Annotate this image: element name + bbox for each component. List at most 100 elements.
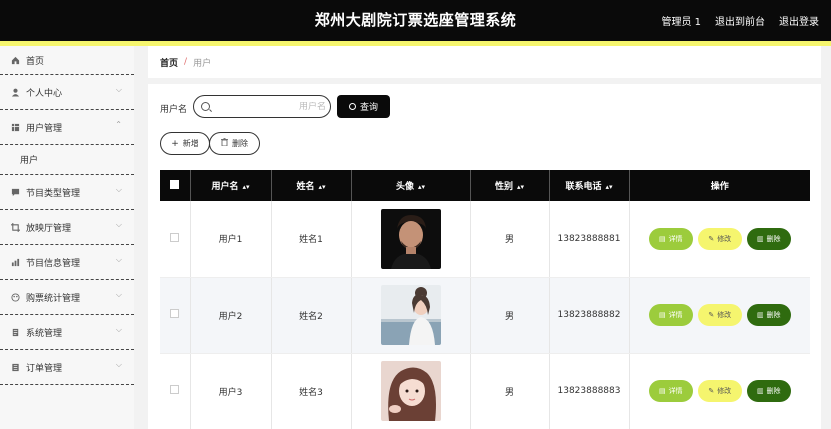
cell-name: 姓名3 — [271, 353, 352, 429]
avatar — [380, 208, 441, 269]
sidebar-item-program-types[interactable]: 节目类型管理 ⌵ — [0, 175, 134, 210]
crop-icon — [10, 222, 20, 232]
sort-icon: ▴▾ — [242, 183, 250, 191]
batch-delete-button-label: 删除 — [232, 139, 248, 148]
breadcrumb: 首页 / 用户 — [148, 46, 821, 78]
cell-username: 用户1 — [190, 201, 272, 278]
breadcrumb-separator: / — [184, 57, 188, 67]
sort-icon: ▴▾ — [605, 183, 613, 191]
detail-button[interactable]: ▤ 详情 — [648, 227, 693, 250]
row-checkbox[interactable] — [170, 309, 180, 318]
sidebar-item-label: 订单管理 — [26, 363, 63, 374]
search-input[interactable] — [216, 101, 326, 112]
row-checkbox[interactable] — [170, 385, 180, 394]
sidebar-item-ticket-stats[interactable]: 购票统计管理 ⌵ — [0, 280, 134, 315]
cell-phone: 13823888883 — [549, 353, 630, 429]
table-header-row: 用户名 ▴▾ 姓名 ▴▾ 头像 ▴▾ 性别 ▴▾ 联系电话 ▴▾ 操作 — [160, 170, 810, 201]
sidebar-item-halls[interactable]: 放映厅管理 ⌵ — [0, 210, 134, 245]
trash-icon — [221, 138, 228, 149]
cell-name: 姓名2 — [271, 277, 352, 354]
pencil-icon: ✎ — [708, 387, 715, 395]
cell-actions: ▤ 详情 ✎ 修改 ▥ 删除 — [629, 201, 810, 278]
avatar — [380, 361, 441, 421]
detail-button[interactable]: ▤ 详情 — [648, 380, 693, 402]
column-header-avatar[interactable]: 头像 ▴▾ — [351, 170, 471, 201]
sidebar-item-program-info[interactable]: 节目信息管理 ⌵ — [0, 245, 134, 280]
main-panel: 用户名 查询 + 新增 删除 用户名▴▾ 姓名▴▾ 头像▴▾ 性别▴▾ 联系电话… — [148, 84, 821, 429]
column-header-phone[interactable]: 联系电话 ▴▾ — [549, 170, 630, 201]
select-all-header[interactable] — [160, 170, 191, 201]
cell-actions: ▤ 详情 ✎ 修改 ▥ 删除 — [629, 277, 810, 354]
sidebar-item-label: 用户管理 — [26, 123, 63, 134]
cell-gender: 男 — [470, 353, 550, 429]
sidebar-item-profile[interactable]: 个人中心 ⌵ — [0, 75, 134, 110]
sidebar-item-system[interactable]: 系统管理 ⌵ — [0, 315, 134, 350]
document-icon — [10, 327, 20, 337]
chevron-down-icon: ⌵ — [115, 85, 122, 94]
chevron-up-icon: ⌃ — [115, 120, 122, 129]
batch-delete-button[interactable]: 删除 — [209, 132, 260, 155]
user-icon — [10, 87, 20, 97]
sidebar-item-label: 个人中心 — [26, 88, 63, 99]
list-icon — [10, 362, 20, 372]
sidebar-item-user-management[interactable]: 用户管理 ⌃ — [0, 110, 134, 145]
sidebar-subitem-label: 用户 — [20, 156, 39, 166]
cell-avatar — [351, 353, 471, 429]
top-header: 郑州大剧院订票选座管理系统 管理员 1 退出到前台 退出登录 — [0, 0, 831, 46]
chevron-down-icon: ⌵ — [115, 360, 122, 369]
delete-button[interactable]: ▥ 删除 — [746, 227, 791, 250]
sidebar-item-label: 购票统计管理 — [26, 293, 81, 304]
sidebar-item-label: 系统管理 — [26, 328, 63, 339]
sidebar-item-label: 节目类型管理 — [26, 188, 81, 199]
column-header-name[interactable]: 姓名 ▴▾ — [271, 170, 352, 201]
sidebar-item-home[interactable]: 首页 — [0, 46, 134, 75]
table-row: 用户3 姓名3 男 13823888883 ▤ 详情 ✎ 修改 ▥ 删除 — [160, 353, 810, 429]
breadcrumb-current: 用户 — [193, 58, 212, 69]
chevron-down-icon: ⌵ — [115, 220, 122, 229]
column-header-username[interactable]: 用户名 ▴▾ — [190, 170, 272, 201]
edit-button[interactable]: ✎ 修改 — [697, 380, 742, 402]
comment-icon — [10, 187, 20, 197]
cell-avatar — [351, 277, 471, 354]
add-button-label: 新增 — [182, 139, 199, 148]
column-header-actions: 操作 — [629, 170, 810, 201]
sidebar-item-label: 首页 — [26, 56, 45, 67]
current-user-label[interactable]: 管理员 1 — [661, 13, 701, 28]
sidebar-item-label: 放映厅管理 — [26, 223, 72, 234]
edit-button[interactable]: ✎ 修改 — [697, 227, 742, 250]
cell-actions: ▤ 详情 ✎ 修改 ▥ 删除 — [629, 353, 810, 429]
search-icon — [348, 103, 356, 110]
trash-icon: ▥ — [756, 387, 764, 395]
chevron-down-icon: ⌵ — [115, 185, 122, 194]
cell-phone: 13823888881 — [549, 201, 630, 278]
column-header-gender[interactable]: 性别 ▴▾ — [470, 170, 550, 201]
sidebar-item-orders[interactable]: 订单管理 ⌵ — [0, 350, 134, 385]
cell-name: 姓名1 — [271, 201, 352, 278]
chevron-down-icon: ⌵ — [115, 325, 122, 334]
detail-button[interactable]: ▤ 详情 — [648, 304, 693, 326]
select-all-checkbox[interactable] — [170, 179, 180, 189]
chevron-down-icon: ⌵ — [115, 255, 122, 264]
query-button[interactable]: 查询 — [337, 95, 390, 118]
delete-button[interactable]: ▥ 删除 — [746, 304, 791, 326]
pencil-icon: ✎ — [708, 311, 715, 319]
table-row: 用户1 姓名1 男 13823888881 ▤ 详情 ✎ 修改 ▥ 删除 — [160, 201, 810, 278]
add-button[interactable]: + 新增 — [160, 132, 210, 155]
cell-gender: 男 — [470, 201, 550, 278]
sidebar-subitem-users[interactable]: 用户 — [0, 145, 134, 175]
row-checkbox[interactable] — [170, 232, 180, 242]
frontend-link[interactable]: 退出到前台 — [715, 13, 765, 28]
trash-icon: ▥ — [756, 234, 764, 243]
search-box[interactable] — [193, 95, 331, 118]
breadcrumb-home[interactable]: 首页 — [160, 56, 178, 69]
edit-button[interactable]: ✎ 修改 — [697, 304, 742, 326]
delete-button[interactable]: ▥ 删除 — [746, 380, 791, 402]
document-icon: ▤ — [658, 311, 666, 319]
search-label: 用户名 — [160, 105, 188, 115]
table-icon — [10, 122, 20, 132]
logout-link[interactable]: 退出登录 — [779, 13, 819, 28]
sort-icon: ▴▾ — [417, 183, 426, 191]
sidebar: 首页 个人中心 ⌵ 用户管理 ⌃ 用户 节目类型管理 ⌵ 放映厅管理 ⌵ 节目信… — [0, 46, 134, 429]
user-table: 用户名 ▴▾ 姓名 ▴▾ 头像 ▴▾ 性别 ▴▾ 联系电话 ▴▾ 操作 用户1 姓名1 — [160, 170, 810, 429]
chart-icon — [10, 257, 20, 267]
